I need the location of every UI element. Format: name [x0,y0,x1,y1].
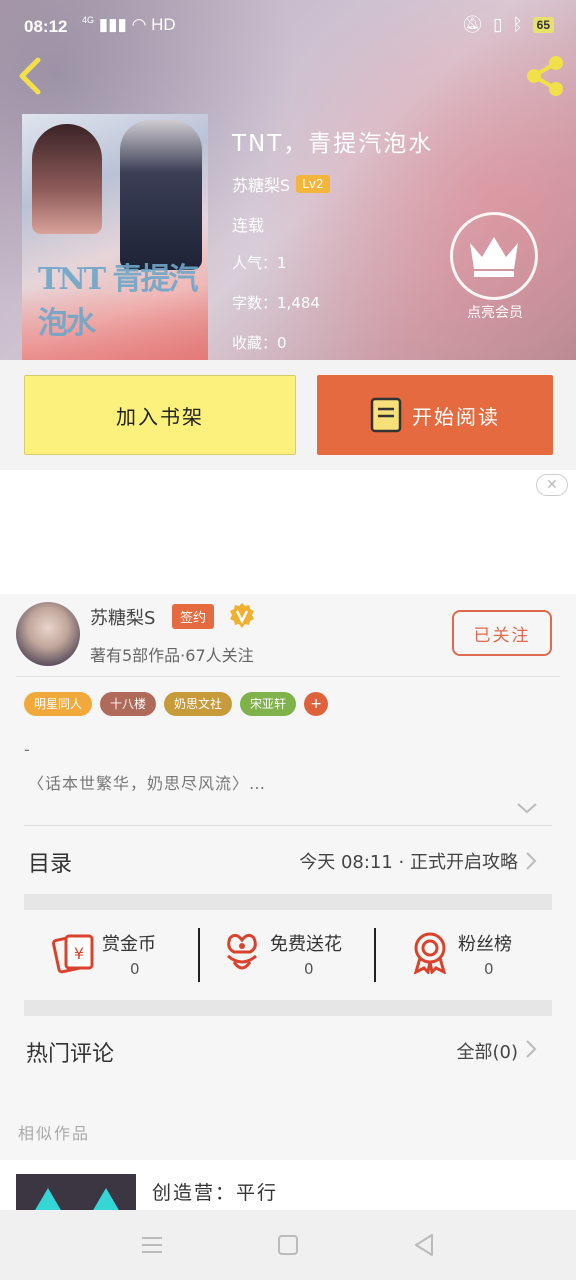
stat-label: 赏金币 [102,934,156,955]
ad-close-button[interactable]: ✕ [536,474,568,496]
battery-icon: 65 [532,17,554,33]
share-button[interactable] [522,54,568,98]
divider [374,928,376,982]
signal-icon: ▮▮▮ [98,15,127,34]
home-icon[interactable] [274,1232,302,1258]
tag[interactable]: 宋亚轩 [240,692,297,716]
mute-icon: 🔕︎ [461,15,484,34]
chevron-right-icon [526,852,537,870]
similar-works-heading: 相似作品 [18,1124,91,1143]
menu-icon[interactable] [138,1232,166,1258]
add-to-shelf-button[interactable]: 加入书架 [24,375,296,455]
stat-value: 0 [130,960,140,978]
stat-value: 0 [304,960,314,978]
summary-text: 〈话本世繁华，奶思尽风流〉… [28,774,267,793]
comments-title: 热门评论 [26,1042,115,1067]
bluetooth-icon: ᛒ [512,15,523,34]
section-divider [24,894,552,910]
crown-icon [470,237,518,277]
status-right: 🔕︎ ▯ ᛒ 65 [461,15,554,35]
ad-banner: ✕ [0,470,576,594]
back-nav-icon[interactable] [410,1232,438,1258]
cover-figure-right [120,120,202,270]
book-summary: - 〈话本世繁华，奶思尽风流〉… [0,734,576,828]
flower-icon [227,933,257,970]
cover-title: TNT 青提汽泡水 [38,262,199,341]
cover-shape [34,1188,62,1212]
expand-summary-button[interactable] [516,800,538,816]
network-indicator: 4G ▮▮▮ ◠ HD [82,15,176,35]
add-to-shelf-label: 加入书架 [116,404,204,429]
book-title: TNT，青提汽泡水 [232,131,434,157]
divider [24,825,552,826]
hd-label: HD [151,15,176,34]
stat-label: 免费送花 [270,934,342,955]
vip-label: 点亮会员 [467,305,523,321]
chevron-down-icon [517,803,537,814]
book-favorites: 收藏：0 [232,334,287,352]
fan-ranking-item[interactable]: 粉丝榜 0 [408,928,548,984]
tag-list: 明星同人 十八楼 奶思文社 宋亚轩 + [24,692,329,716]
signed-badge: 签约 [172,604,215,629]
similar-work-title: 创造营：平行 [152,1182,279,1204]
network-type: 4G [82,15,95,25]
follow-label: 已关注 [473,625,531,646]
status-bar: 08:12 4G ▮▮▮ ◠ HD 🔕︎ ▯ ᛒ 65 [0,0,576,48]
book-author[interactable]: 苏糖梨S [232,172,290,196]
book-status: 连载 [232,216,265,235]
start-reading-label: 开始阅读 [412,404,500,429]
more-tags-button[interactable]: + [304,692,329,716]
close-icon: ✕ [546,477,558,493]
back-button[interactable] [14,56,48,96]
tag[interactable]: 十八楼 [100,692,157,716]
free-flower-item[interactable]: 免费送花 0 [220,928,380,984]
catalog-title: 目录 [28,852,73,877]
author-card: 苏糖梨S 签约 著有5部作品·67人关注 已关注 明星同人 十八楼 奶思文社 宋… [0,594,576,734]
author-stats: 著有5部作品·67人关注 [90,646,254,665]
catalog-row[interactable]: 目录 今天 08:11 · 正式开启攻略 [24,828,552,894]
divider [16,676,560,677]
latest-chapter: 今天 08:11 · 正式开启攻略 [299,852,518,873]
all-comments-link[interactable]: 全部(0) [457,1038,519,1064]
start-reading-button[interactable]: 开始阅读 [317,375,553,455]
wifi-icon: ◠ [131,15,147,34]
chevron-left-icon [19,57,41,95]
system-nav-bar [0,1210,576,1280]
tag[interactable]: 奶思文社 [164,692,233,716]
verified-icon [228,602,256,630]
stat-label: 粉丝榜 [458,934,512,955]
book-word-count: 字数：1,484 [232,294,320,312]
reward-coin-item[interactable]: ¥ 赏金币 0 [52,928,192,984]
stat-value: 0 [484,960,494,978]
book-popularity: 人气：1 [232,254,287,272]
chevron-right-icon [526,1040,537,1058]
avatar[interactable] [16,602,80,666]
red-envelope-icon: ¥ [52,934,94,974]
medal-icon [413,932,447,974]
hot-comments-row[interactable]: 热门评论 全部(0) [24,1016,552,1086]
book-cover: TNT 青提汽泡水 [22,114,208,360]
status-time: 08:12 [24,17,68,36]
tag[interactable]: 明星同人 [24,692,93,716]
section-divider [24,1000,552,1016]
vip-button[interactable] [450,212,538,300]
book-icon [370,397,402,433]
divider [198,928,200,982]
level-badge: Lv2 [296,175,330,193]
book-author-line[interactable]: 苏糖梨S Lv2 [232,172,330,196]
action-bar: 加入书架 开始阅读 [0,360,576,470]
cover-shape [92,1188,120,1212]
share-icon [527,56,563,96]
vibrate-icon: ▯ [493,15,503,34]
cover-figure-left [32,124,102,234]
support-stats: ¥ 赏金币 0 免费送花 0 粉丝榜 0 [24,910,552,1000]
svg-text:¥: ¥ [74,944,84,963]
summary-dash: - [24,740,30,759]
follow-button[interactable]: 已关注 [452,610,552,656]
author-name[interactable]: 苏糖梨S [90,604,155,630]
